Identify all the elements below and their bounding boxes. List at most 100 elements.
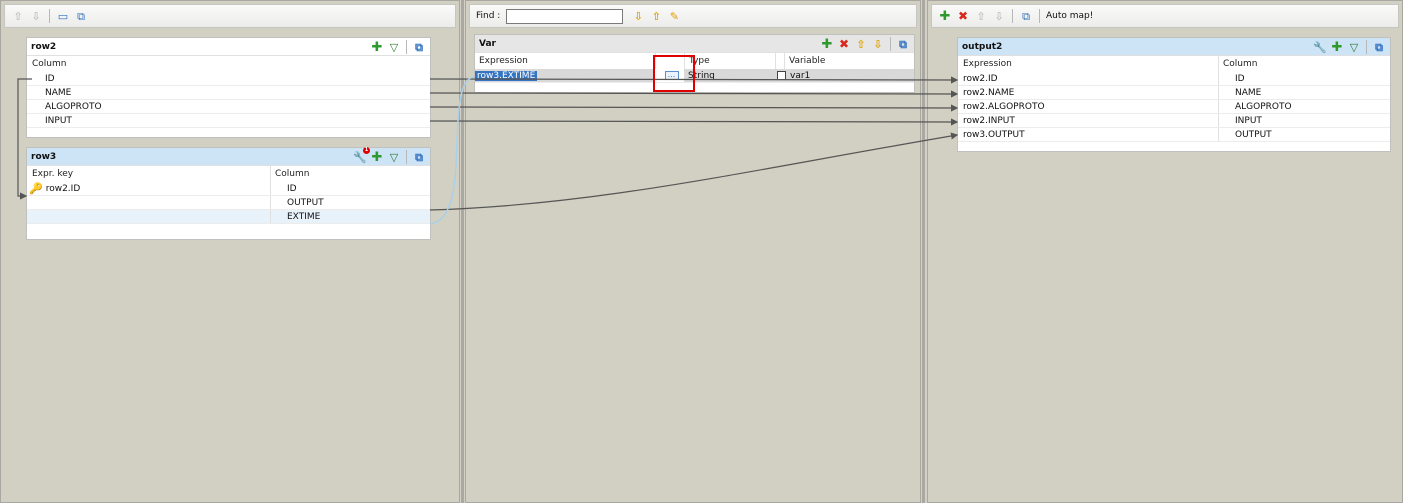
add-icon[interactable]: ✚ — [370, 40, 384, 54]
highlight-icon[interactable]: ✎ — [667, 9, 681, 23]
minimize-icon[interactable]: ⧉ — [412, 150, 426, 164]
column-header: Column — [270, 166, 430, 182]
var-toolbar: Find : ⇩ ⇧ ✎ — [469, 4, 917, 28]
output-expression[interactable]: row3.OUTPUT — [958, 128, 1218, 141]
pane-splitter[interactable] — [461, 0, 464, 503]
table-row[interactable]: OUTPUT — [27, 196, 430, 210]
output-column[interactable]: OUTPUT — [1218, 128, 1390, 141]
minimize-all-icon[interactable]: ⧉ — [1019, 9, 1033, 23]
row3-header: row3 🔧 1 ✚ ▽ ⧉ — [27, 147, 430, 166]
expression-header: Expression — [479, 56, 528, 66]
expr-key-value: row2.ID — [45, 183, 81, 194]
row3-column-id[interactable]: ID — [270, 182, 430, 195]
toolbar-separator — [1012, 9, 1013, 23]
move-down-icon[interactable]: ⇩ — [871, 37, 885, 51]
row3-column-extime[interactable]: EXTIME — [270, 210, 430, 223]
row3-table: row3 🔧 1 ✚ ▽ ⧉ Expr. key Column 🔑 row2.ID … — [26, 147, 431, 240]
minimize-all-icon[interactable]: ▭ — [56, 9, 70, 23]
filter-icon[interactable]: ▽ — [387, 40, 401, 54]
row2-column-id[interactable]: ID — [27, 72, 55, 85]
var-title: Var — [479, 38, 496, 49]
toolbar-separator — [49, 9, 50, 23]
header-separator — [406, 150, 407, 164]
type-value[interactable]: String — [684, 69, 775, 82]
table-row[interactable]: 🔑 row2.ID ID — [27, 182, 430, 196]
settings-wrench-icon[interactable]: 🔧 — [1313, 40, 1327, 54]
row3-title: row3 — [31, 151, 57, 162]
table-row[interactable]: row2.ALGOPROTO ALGOPROTO — [958, 100, 1390, 114]
add-output-icon[interactable]: ✚ — [938, 9, 952, 23]
pane-splitter[interactable] — [922, 0, 925, 503]
lookup-settings-icon[interactable]: 🔧 1 — [353, 147, 370, 164]
move-up-icon[interactable]: ⇧ — [974, 9, 988, 23]
table-row[interactable]: row2.NAME NAME — [958, 86, 1390, 100]
restore-all-icon[interactable]: ⧉ — [74, 9, 88, 23]
nullable-checkbox[interactable] — [777, 71, 786, 80]
output-expression[interactable]: row2.ALGOPROTO — [958, 100, 1218, 113]
table-row[interactable]: ID — [27, 72, 430, 86]
find-next-icon[interactable]: ⇩ — [631, 9, 645, 23]
input-toolbar: ⇧ ⇩ ▭ ⧉ — [4, 4, 456, 28]
row2-column-input[interactable]: INPUT — [27, 114, 72, 127]
row2-column-name[interactable]: NAME — [27, 86, 71, 99]
variable-value[interactable]: var1 — [790, 71, 810, 81]
table-row[interactable]: NAME — [27, 86, 430, 100]
var-header: Var ✚ ✖ ⇧ ⇩ ⧉ — [475, 35, 914, 53]
remove-variable-icon[interactable]: ✖ — [837, 37, 851, 51]
minimize-icon[interactable]: ⧉ — [412, 40, 426, 54]
highlight-annotation — [653, 55, 695, 92]
header-separator — [890, 37, 891, 51]
output-column[interactable]: ID — [1218, 72, 1390, 85]
move-up-icon[interactable]: ⇧ — [11, 9, 25, 23]
nullable-header — [775, 53, 784, 69]
header-separator — [406, 40, 407, 54]
header-separator — [1366, 40, 1367, 54]
row3-column-headers: Expr. key Column — [27, 166, 430, 182]
output-column[interactable]: NAME — [1218, 86, 1390, 99]
table-row[interactable]: row3.OUTPUT OUTPUT — [958, 128, 1390, 142]
output2-table: output2 🔧 ✚ ▽ ⧉ Expression Column row2.I… — [957, 37, 1391, 152]
filter-icon[interactable]: ▽ — [1347, 40, 1361, 54]
find-label: Find : — [476, 11, 501, 21]
expr-key-cell[interactable] — [27, 196, 270, 209]
output-pane: ✚ ✖ ⇧ ⇩ ⧉ Auto map! output2 🔧 ✚ ▽ ⧉ Expr… — [927, 0, 1403, 503]
minimize-icon[interactable]: ⧉ — [1372, 40, 1386, 54]
remove-output-icon[interactable]: ✖ — [956, 9, 970, 23]
variable-cell[interactable]: var1 — [775, 69, 914, 82]
output-column[interactable]: INPUT — [1218, 114, 1390, 127]
auto-map-button[interactable]: Auto map! — [1046, 11, 1093, 21]
add-variable-icon[interactable]: ✚ — [820, 37, 834, 51]
move-up-icon[interactable]: ⇧ — [854, 37, 868, 51]
minimize-icon[interactable]: ⧉ — [896, 37, 910, 51]
expr-key-cell[interactable] — [27, 210, 270, 223]
key-icon: 🔑 — [29, 182, 43, 195]
expr-key-header: Expr. key — [32, 169, 74, 179]
move-down-icon[interactable]: ⇩ — [29, 9, 43, 23]
row2-title: row2 — [31, 41, 57, 52]
table-row[interactable]: ALGOPROTO — [27, 100, 430, 114]
move-down-icon[interactable]: ⇩ — [992, 9, 1006, 23]
input-pane: ⇧ ⇩ ▭ ⧉ row2 ✚ ▽ ⧉ Column ID NAME ALGOPR… — [0, 0, 460, 503]
expr-key-cell[interactable]: 🔑 row2.ID — [27, 182, 270, 195]
table-row[interactable]: EXTIME — [27, 210, 430, 224]
output-expression[interactable]: row2.NAME — [958, 86, 1218, 99]
expression-value[interactable]: row3.EXTIME — [475, 70, 538, 81]
table-row[interactable]: row2.ID ID — [958, 72, 1390, 86]
expression-cell[interactable]: row3.EXTIME — [475, 69, 655, 82]
output-expression[interactable]: row2.ID — [958, 72, 1218, 85]
output-expression[interactable]: row2.INPUT — [958, 114, 1218, 127]
output2-title: output2 — [962, 41, 1003, 52]
table-row[interactable]: row2.INPUT INPUT — [958, 114, 1390, 128]
output-column[interactable]: ALGOPROTO — [1218, 100, 1390, 113]
find-previous-icon[interactable]: ⇧ — [649, 9, 663, 23]
row2-column-algoproto[interactable]: ALGOPROTO — [27, 100, 102, 113]
find-input[interactable] — [506, 8, 624, 24]
row3-column-output[interactable]: OUTPUT — [270, 196, 430, 209]
filter-icon[interactable]: ▽ — [387, 150, 401, 164]
row2-header: row2 ✚ ▽ ⧉ — [27, 38, 430, 56]
table-row[interactable]: INPUT — [27, 114, 430, 128]
add-icon[interactable]: ✚ — [370, 150, 384, 164]
output2-header: output2 🔧 ✚ ▽ ⧉ — [958, 38, 1390, 56]
variable-header: Variable — [784, 53, 914, 69]
add-icon[interactable]: ✚ — [1330, 40, 1344, 54]
